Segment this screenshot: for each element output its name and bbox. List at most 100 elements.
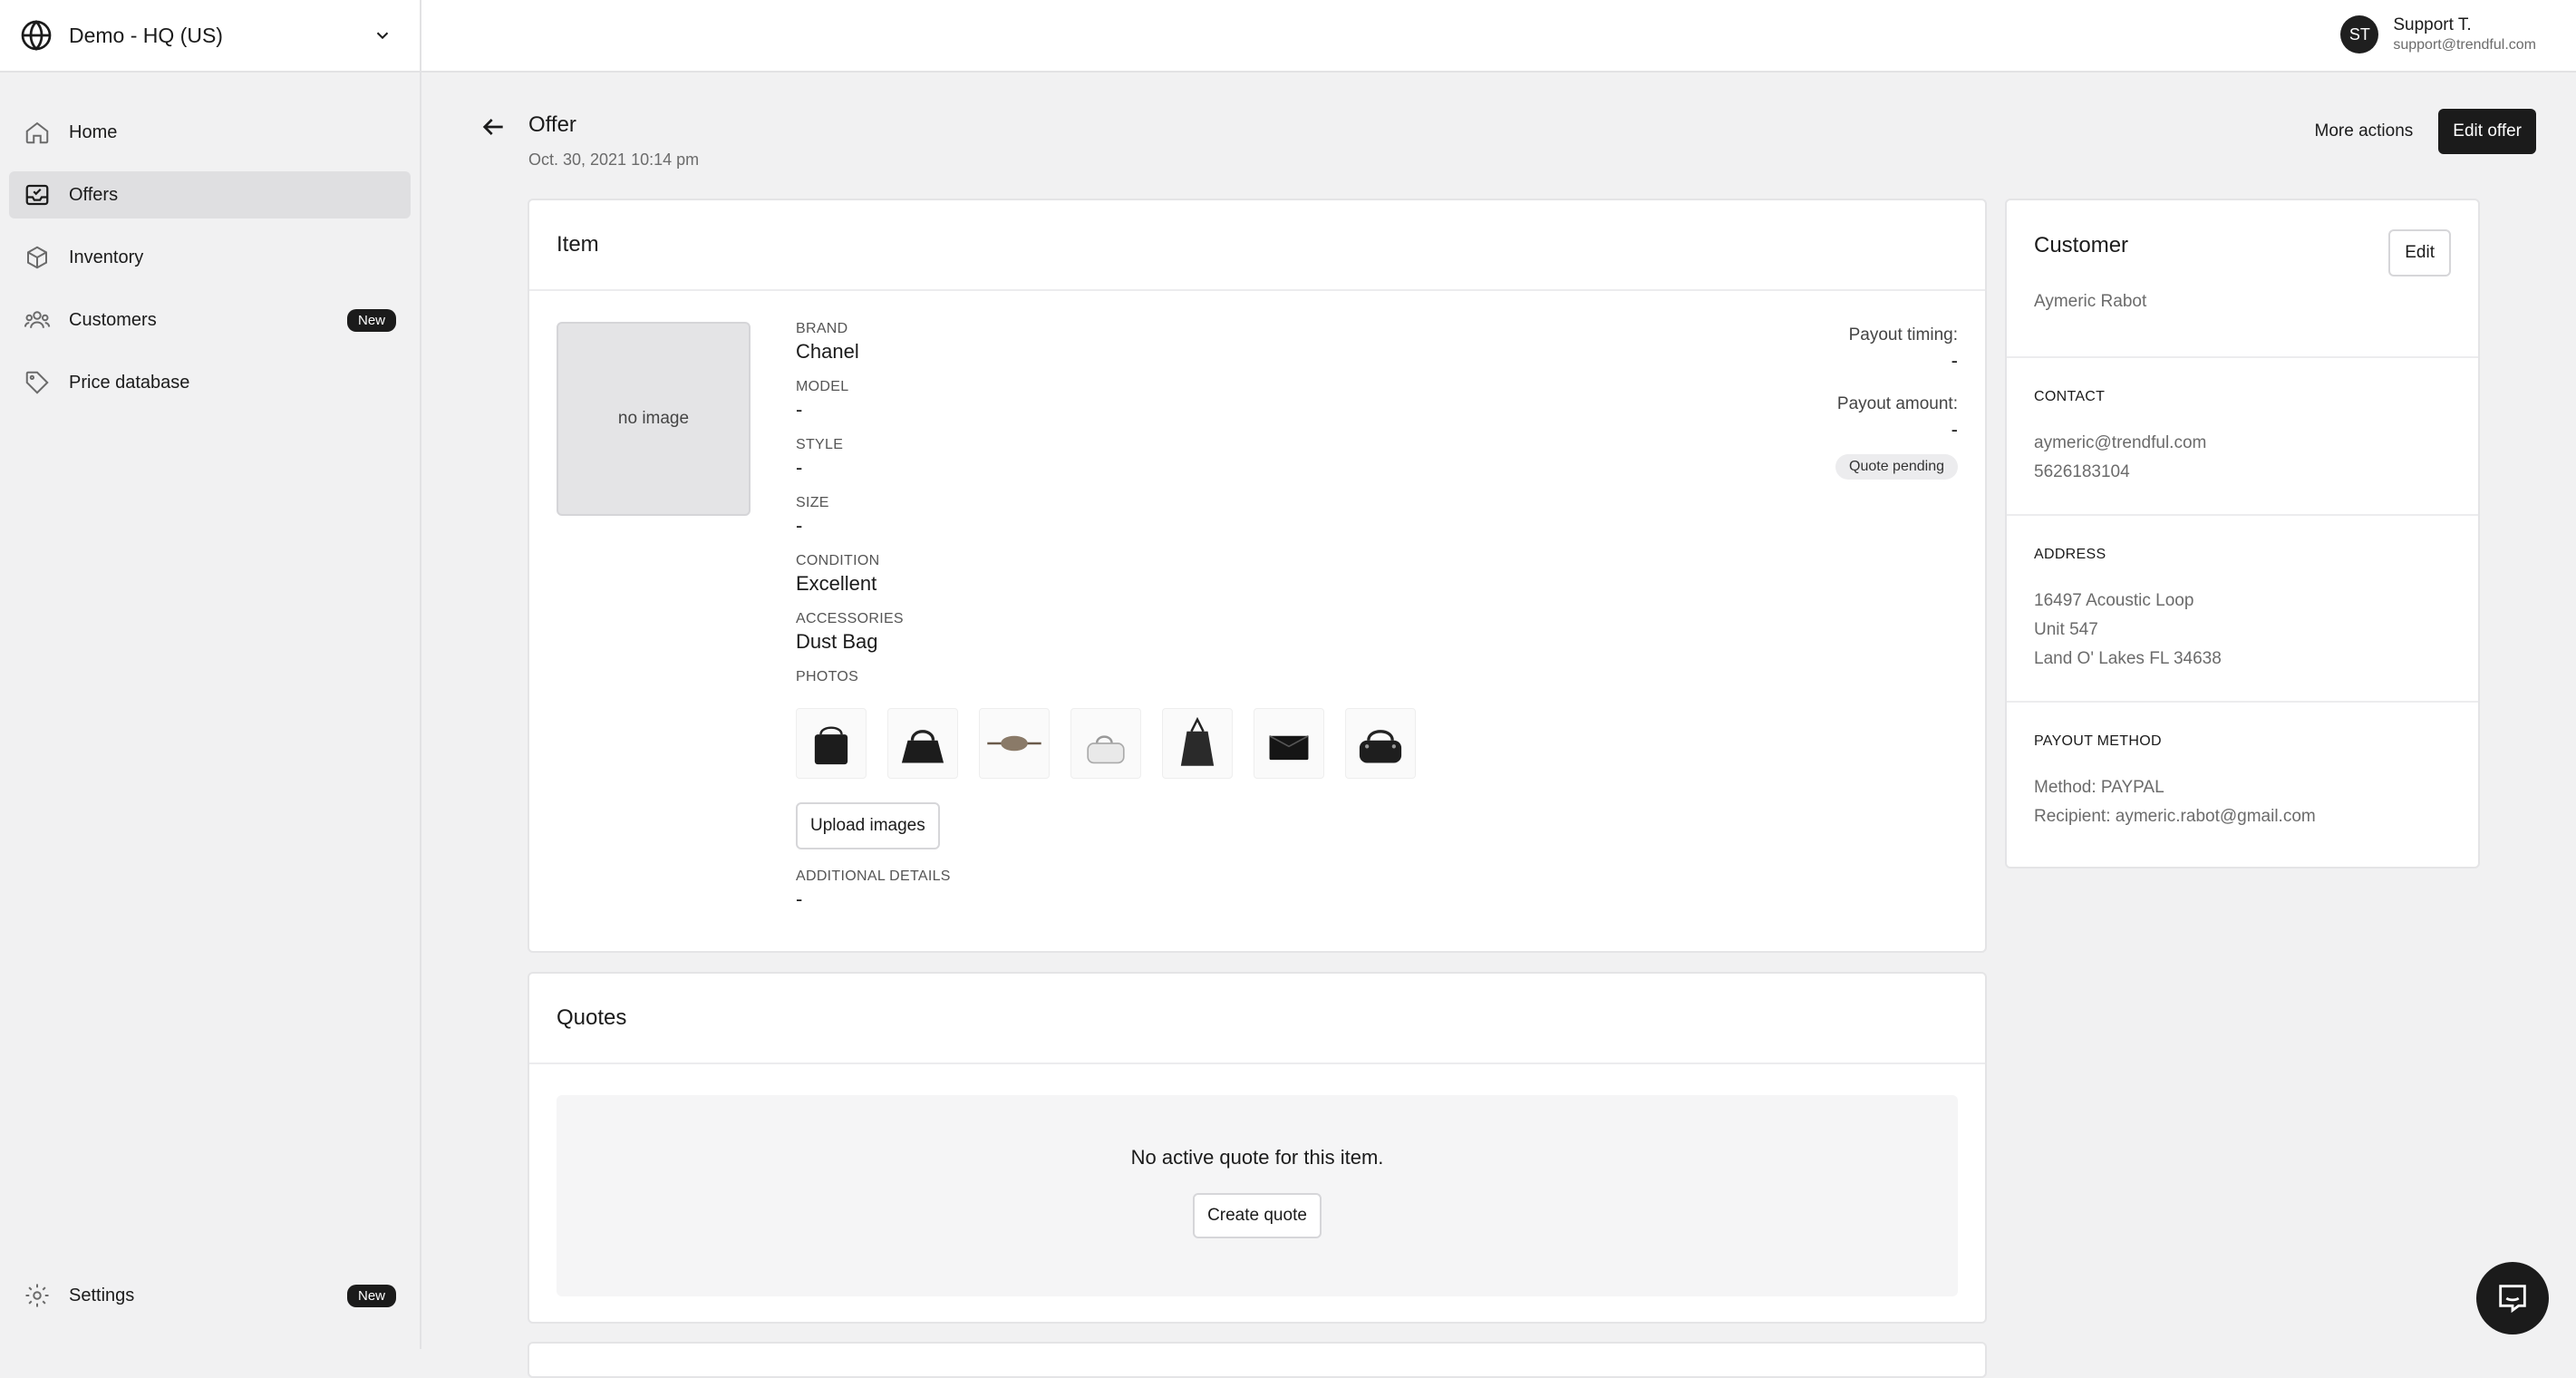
quotes-card: Quotes No active quote for this item. Cr… — [528, 972, 1987, 1324]
photo-thumbnail[interactable] — [979, 708, 1050, 779]
address-section: ADDRESS 16497 Acoustic Loop Unit 547 Lan… — [2007, 516, 2478, 703]
sidebar-item-inventory[interactable]: Inventory — [9, 234, 411, 281]
contact-section: CONTACT aymeric@trendful.com 5626183104 — [2007, 358, 2478, 516]
bag-photo-icon — [1351, 713, 1410, 773]
quotes-card-header: Quotes — [529, 974, 1985, 1064]
quotes-title: Quotes — [557, 1005, 626, 1031]
more-actions-button[interactable]: More actions — [2304, 111, 2425, 152]
condition-label: CONDITION — [796, 552, 1521, 570]
globe-icon — [20, 19, 53, 52]
address-label: ADDRESS — [2034, 547, 2451, 563]
model-label: MODEL — [796, 378, 1521, 396]
belt-bag-photo-icon — [984, 713, 1044, 773]
offer-date: Oct. 30, 2021 10:14 pm — [528, 150, 699, 170]
contact-label: CONTACT — [2034, 389, 2451, 405]
home-icon — [24, 119, 51, 146]
back-arrow-icon[interactable] — [479, 112, 508, 141]
brand-value: Chanel — [796, 338, 1521, 365]
address-line: Land O' Lakes FL 34638 — [2034, 645, 2451, 674]
sidebar-item-home[interactable]: Home — [9, 109, 411, 156]
payout-summary: Payout timing: - Payout amount: - Quote … — [1835, 324, 1958, 480]
org-switcher[interactable]: Demo - HQ (US) — [0, 0, 420, 73]
topbar: ST Support T. support@trendful.com — [421, 0, 2576, 73]
photo-thumbnail[interactable] — [887, 708, 958, 779]
payout-amount-label: Payout amount: — [1835, 393, 1958, 416]
photo-gallery — [796, 708, 1521, 779]
photo-thumbnail[interactable] — [1254, 708, 1324, 779]
chat-launcher[interactable] — [2476, 1262, 2549, 1334]
additional-details-label: ADDITIONAL DETAILS — [796, 868, 1521, 886]
avatar: ST — [2340, 15, 2378, 53]
sidebar-item-customers[interactable]: Customers New — [9, 296, 411, 344]
item-card: Item no image BRAND Chanel MODEL - STYLE… — [528, 199, 1987, 953]
tote-photo-icon — [1167, 713, 1227, 773]
box-icon — [24, 244, 51, 271]
user-email: support@trendful.com — [2393, 36, 2536, 54]
gear-icon — [24, 1282, 51, 1309]
user-name: Support T. — [2393, 15, 2536, 36]
photo-thumbnail[interactable] — [1162, 708, 1233, 779]
user-menu[interactable]: ST Support T. support@trendful.com — [2340, 15, 2536, 54]
new-badge: New — [347, 1285, 396, 1307]
upload-images-button[interactable]: Upload images — [796, 802, 940, 849]
size-label: SIZE — [796, 494, 1521, 512]
chat-icon — [2494, 1280, 2531, 1316]
brand-label: BRAND — [796, 320, 1521, 338]
status-badge: Quote pending — [1835, 454, 1958, 480]
new-badge: New — [347, 309, 396, 332]
sidebar-item-label: Customers — [69, 310, 329, 331]
sidebar-bottom: Settings New — [9, 1272, 411, 1334]
payout-amount-value: - — [1835, 416, 1958, 443]
style-label: STYLE — [796, 436, 1521, 454]
photos-label: PHOTOS — [796, 668, 1521, 686]
empty-quotes-message: No active quote for this item. — [557, 1146, 1958, 1169]
item-title: Item — [557, 232, 599, 257]
chevron-down-icon — [373, 25, 392, 45]
accessories-value: Dust Bag — [796, 628, 1521, 655]
item-image-placeholder: no image — [557, 322, 751, 516]
payout-timing-value: - — [1835, 347, 1958, 374]
additional-details-value: - — [796, 886, 1521, 913]
size-value: - — [796, 512, 1521, 539]
edit-offer-button[interactable]: Edit offer — [2438, 109, 2536, 154]
item-fields: BRAND Chanel MODEL - STYLE - SIZE - COND… — [796, 320, 1521, 926]
sidebar-item-price-database[interactable]: Price database — [9, 359, 411, 406]
model-value: - — [796, 396, 1521, 423]
inbox-icon — [24, 181, 51, 209]
quotes-empty-state: No active quote for this item. Create qu… — [557, 1095, 1958, 1296]
page-title: Offer — [528, 112, 576, 138]
payout-timing-label: Payout timing: — [1835, 324, 1958, 347]
create-quote-button[interactable]: Create quote — [1193, 1193, 1322, 1238]
customer-card: Customer Edit Aymeric Rabot CONTACT ayme… — [2005, 199, 2480, 869]
sidebar: Demo - HQ (US) Home Offers Inventory Cus… — [0, 0, 421, 1349]
address-line: 16497 Acoustic Loop — [2034, 587, 2451, 616]
accessories-label: ACCESSORIES — [796, 610, 1521, 628]
sidebar-item-label: Settings — [69, 1286, 329, 1306]
sidebar-item-label: Home — [69, 122, 396, 143]
customer-card-header: Customer Edit Aymeric Rabot — [2007, 200, 2478, 358]
tag-icon — [24, 369, 51, 396]
customer-phone: 5626183104 — [2034, 458, 2451, 487]
payout-recipient: Recipient: aymeric.rabot@gmail.com — [2034, 802, 2451, 831]
address-line: Unit 547 — [2034, 616, 2451, 645]
next-card — [528, 1342, 1987, 1378]
customer-email: aymeric@trendful.com — [2034, 429, 2451, 458]
sidebar-item-label: Inventory — [69, 247, 396, 268]
sidebar-item-settings[interactable]: Settings New — [9, 1272, 411, 1319]
sidebar-nav: Home Offers Inventory Customers New Pric… — [0, 73, 420, 406]
photo-thumbnail[interactable] — [796, 708, 867, 779]
bag-photo-icon — [801, 713, 861, 773]
org-name: Demo - HQ (US) — [69, 24, 356, 48]
edit-customer-button[interactable]: Edit — [2388, 229, 2451, 277]
header-actions: More actions Edit offer — [2304, 109, 2536, 154]
bag-photo-icon — [893, 713, 953, 773]
item-card-header: Item — [529, 200, 1985, 291]
page-header: Offer Oct. 30, 2021 10:14 pm More action… — [479, 109, 2536, 181]
payout-method-label: PAYOUT METHOD — [2034, 733, 2451, 750]
photo-thumbnail[interactable] — [1345, 708, 1416, 779]
photo-thumbnail[interactable] — [1070, 708, 1141, 779]
sidebar-item-label: Price database — [69, 373, 396, 393]
clutch-photo-icon — [1259, 713, 1319, 773]
sidebar-item-offers[interactable]: Offers — [9, 171, 411, 218]
condition-value: Excellent — [796, 570, 1521, 597]
